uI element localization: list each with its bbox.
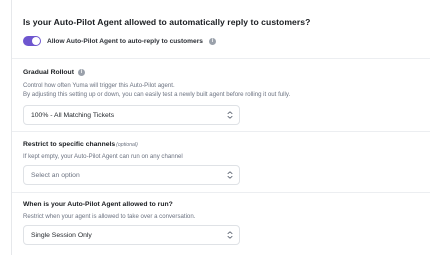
run-title-row: When is your Auto-Pilot Agent allowed to… xyxy=(23,201,173,208)
rollout-title: Gradual Rollout xyxy=(23,69,74,76)
info-icon[interactable]: i xyxy=(208,37,216,45)
rollout-desc-line2: By adjusting this setting up or down, yo… xyxy=(23,91,291,99)
run-selected-value: Single Session Only xyxy=(31,231,92,239)
optional-label: (optional) xyxy=(116,141,138,148)
run-title: When is your Auto-Pilot Agent allowed to… xyxy=(23,201,173,208)
channels-placeholder: Select an option xyxy=(31,171,80,179)
channels-select[interactable]: Select an option xyxy=(23,165,240,185)
autoreply-question: Is your Auto-Pilot Agent allowed to auto… xyxy=(23,17,311,27)
info-icon[interactable]: i xyxy=(77,69,85,76)
toggle-knob xyxy=(32,37,40,45)
rollout-description: Control how often Yuma will trigger this… xyxy=(23,81,290,100)
rollout-select[interactable]: 100% - All Matching Tickets xyxy=(23,105,240,125)
divider xyxy=(12,192,430,193)
divider xyxy=(12,58,430,59)
rollout-selected-value: 100% - All Matching Tickets xyxy=(31,111,115,119)
chevron-up-down-icon xyxy=(227,111,233,119)
autoreply-toggle-label[interactable]: Allow Auto-Pilot Agent to auto-reply to … xyxy=(47,38,203,45)
run-description: Restrict when your agent is allowed to t… xyxy=(23,213,196,220)
autoreply-toggle[interactable] xyxy=(23,36,41,46)
divider xyxy=(12,131,430,132)
chevron-up-down-icon xyxy=(227,231,233,239)
run-select[interactable]: Single Session Only xyxy=(23,225,240,245)
channels-title: Restrict to specific channels xyxy=(23,141,116,148)
channels-description: If kept empty, your Auto-Pilot Agent can… xyxy=(23,153,183,160)
channels-title-row: Restrict to specific channels (optional) xyxy=(23,141,138,148)
autoreply-toggle-row: Allow Auto-Pilot Agent to auto-reply to … xyxy=(23,35,216,47)
rollout-desc-line1: Control how often Yuma will trigger this… xyxy=(23,82,175,89)
chevron-up-down-icon xyxy=(227,171,233,179)
rollout-title-row: Gradual Rollout i xyxy=(23,69,85,76)
autopilot-settings-card: Is your Auto-Pilot Agent allowed to auto… xyxy=(11,0,430,255)
